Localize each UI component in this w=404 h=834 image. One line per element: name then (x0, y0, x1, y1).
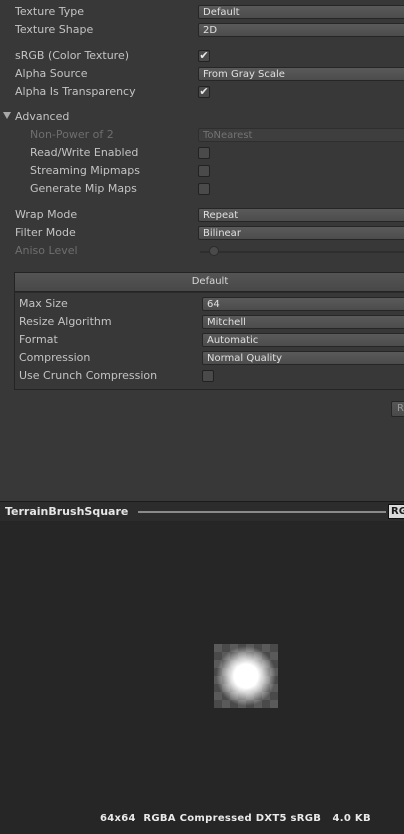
streaming-mipmaps-label: Streaming Mipmaps (30, 164, 141, 177)
texture-import-inspector: Texture Type Default Texture Shape 2D sR… (0, 0, 404, 500)
non-power-of-2-row: Non-Power of 2 ToNearest (0, 126, 404, 144)
max-size-row: Max Size 64 (0, 295, 404, 313)
crunch-compression-row: Use Crunch Compression (0, 367, 404, 385)
crunch-compression-label: Use Crunch Compression (19, 369, 158, 382)
resize-algorithm-row: Resize Algorithm Mitchell (0, 313, 404, 331)
srgb-checkbox[interactable]: ✔ (198, 50, 210, 62)
non-power-of-2-label: Non-Power of 2 (30, 128, 114, 141)
compression-label: Compression (19, 351, 91, 364)
texture-type-label: Texture Type (15, 5, 85, 18)
alpha-is-transparency-checkbox[interactable]: ✔ (198, 86, 210, 98)
tab-default-platform[interactable]: Default (14, 272, 404, 292)
streaming-mipmaps-checkbox[interactable] (198, 165, 210, 177)
aniso-level-slider-knob (209, 246, 219, 256)
preview-header: TerrainBrushSquare RG (0, 501, 404, 522)
alpha-is-transparency-row: Alpha Is Transparency ✔ (0, 83, 404, 101)
texture-info-text: 64x64 RGBA Compressed DXT5 sRGB 4.0 KB (100, 813, 371, 824)
preview-channel-button[interactable]: RG (388, 504, 404, 519)
max-size-label: Max Size (19, 297, 68, 310)
texture-shape-row: Texture Shape 2D (0, 21, 404, 39)
texture-preview-image (214, 644, 278, 708)
read-write-label: Read/Write Enabled (30, 146, 139, 159)
resize-algorithm-label: Resize Algorithm (19, 315, 112, 328)
advanced-foldout[interactable]: Advanced (0, 108, 404, 126)
texture-shape-label: Texture Shape (15, 23, 94, 36)
wrap-mode-dropdown[interactable]: Repeat (198, 208, 404, 222)
format-dropdown[interactable]: Automatic (202, 333, 404, 347)
texture-type-row: Texture Type Default (0, 3, 404, 21)
texture-type-dropdown[interactable]: Default (198, 5, 404, 19)
read-write-row: Read/Write Enabled (0, 144, 404, 162)
filter-mode-row: Filter Mode Bilinear (0, 224, 404, 242)
resize-algorithm-dropdown[interactable]: Mitchell (202, 315, 404, 329)
alpha-source-dropdown[interactable]: From Gray Scale (198, 67, 404, 81)
filter-mode-dropdown[interactable]: Bilinear (198, 226, 404, 240)
wrap-mode-row: Wrap Mode Repeat (0, 206, 404, 224)
advanced-label[interactable]: Advanced (15, 110, 69, 123)
preview-title: TerrainBrushSquare (5, 505, 129, 518)
compression-dropdown[interactable]: Normal Quality (202, 351, 404, 365)
aniso-level-row: Aniso Level (0, 242, 404, 260)
texture-preview-area (0, 521, 404, 834)
preview-drag-handle[interactable] (138, 511, 386, 513)
alpha-is-transparency-label: Alpha Is Transparency (15, 85, 136, 98)
aniso-level-label: Aniso Level (15, 244, 78, 257)
streaming-mipmaps-row: Streaming Mipmaps (0, 162, 404, 180)
platform-tab-divider (14, 292, 404, 293)
format-row: Format Automatic (0, 331, 404, 349)
foldout-arrow-icon[interactable] (3, 112, 11, 119)
srgb-row: sRGB (Color Texture) ✔ (0, 47, 404, 65)
alpha-source-label: Alpha Source (15, 67, 88, 80)
alpha-source-row: Alpha Source From Gray Scale (0, 65, 404, 83)
non-power-of-2-dropdown: ToNearest (198, 128, 404, 142)
generate-mip-maps-checkbox[interactable] (198, 183, 210, 195)
read-write-checkbox[interactable] (198, 147, 210, 159)
generate-mip-maps-label: Generate Mip Maps (30, 182, 137, 195)
aniso-level-slider-track (200, 251, 404, 253)
revert-button[interactable]: R (391, 401, 404, 417)
crunch-compression-checkbox[interactable] (202, 370, 214, 382)
wrap-mode-label: Wrap Mode (15, 208, 78, 221)
format-label: Format (19, 333, 58, 346)
max-size-dropdown[interactable]: 64 (202, 297, 404, 311)
filter-mode-label: Filter Mode (15, 226, 76, 239)
generate-mip-maps-row: Generate Mip Maps (0, 180, 404, 198)
texture-shape-dropdown[interactable]: 2D (198, 23, 404, 37)
compression-row: Compression Normal Quality (0, 349, 404, 367)
srgb-label: sRGB (Color Texture) (15, 49, 130, 62)
